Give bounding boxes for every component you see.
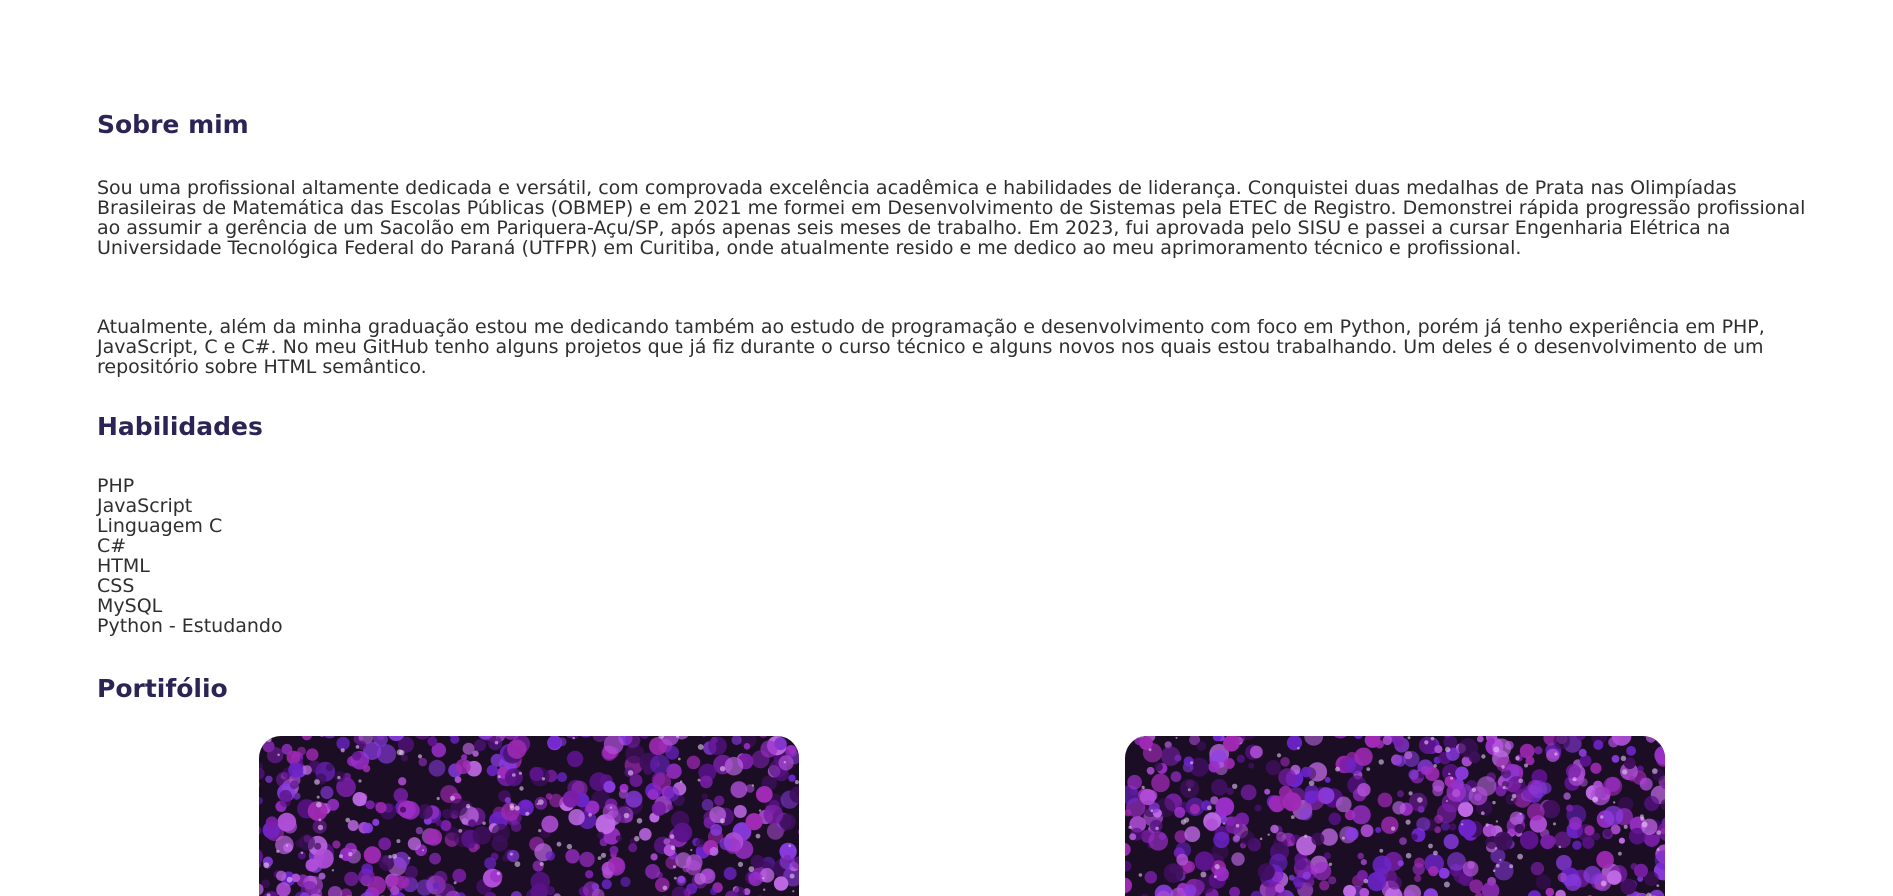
skill-item: PHP xyxy=(97,476,283,496)
purple-flowers-image xyxy=(1125,736,1665,896)
skill-item: JavaScript xyxy=(97,496,283,516)
about-paragraph-1: Sou uma profissional altamente dedicada … xyxy=(97,178,1817,258)
about-paragraph-2: Atualmente, além da minha graduação esto… xyxy=(97,317,1817,377)
skill-item: C# xyxy=(97,536,283,556)
skill-item: Linguagem C xyxy=(97,516,283,536)
skill-item: Python - Estudando xyxy=(97,616,283,636)
skill-item: CSS xyxy=(97,576,283,596)
purple-flowers-image xyxy=(259,736,799,896)
portfolio-heading: Portifólio xyxy=(97,674,228,703)
skill-item: HTML xyxy=(97,556,283,576)
skills-heading: Habilidades xyxy=(97,412,263,441)
skills-list: PHP JavaScript Linguagem C C# HTML CSS M… xyxy=(97,476,283,636)
portfolio-card-1[interactable] xyxy=(259,736,799,896)
about-heading: Sobre mim xyxy=(97,110,249,139)
skill-item: MySQL xyxy=(97,596,283,616)
portfolio-card-2[interactable] xyxy=(1125,736,1665,896)
